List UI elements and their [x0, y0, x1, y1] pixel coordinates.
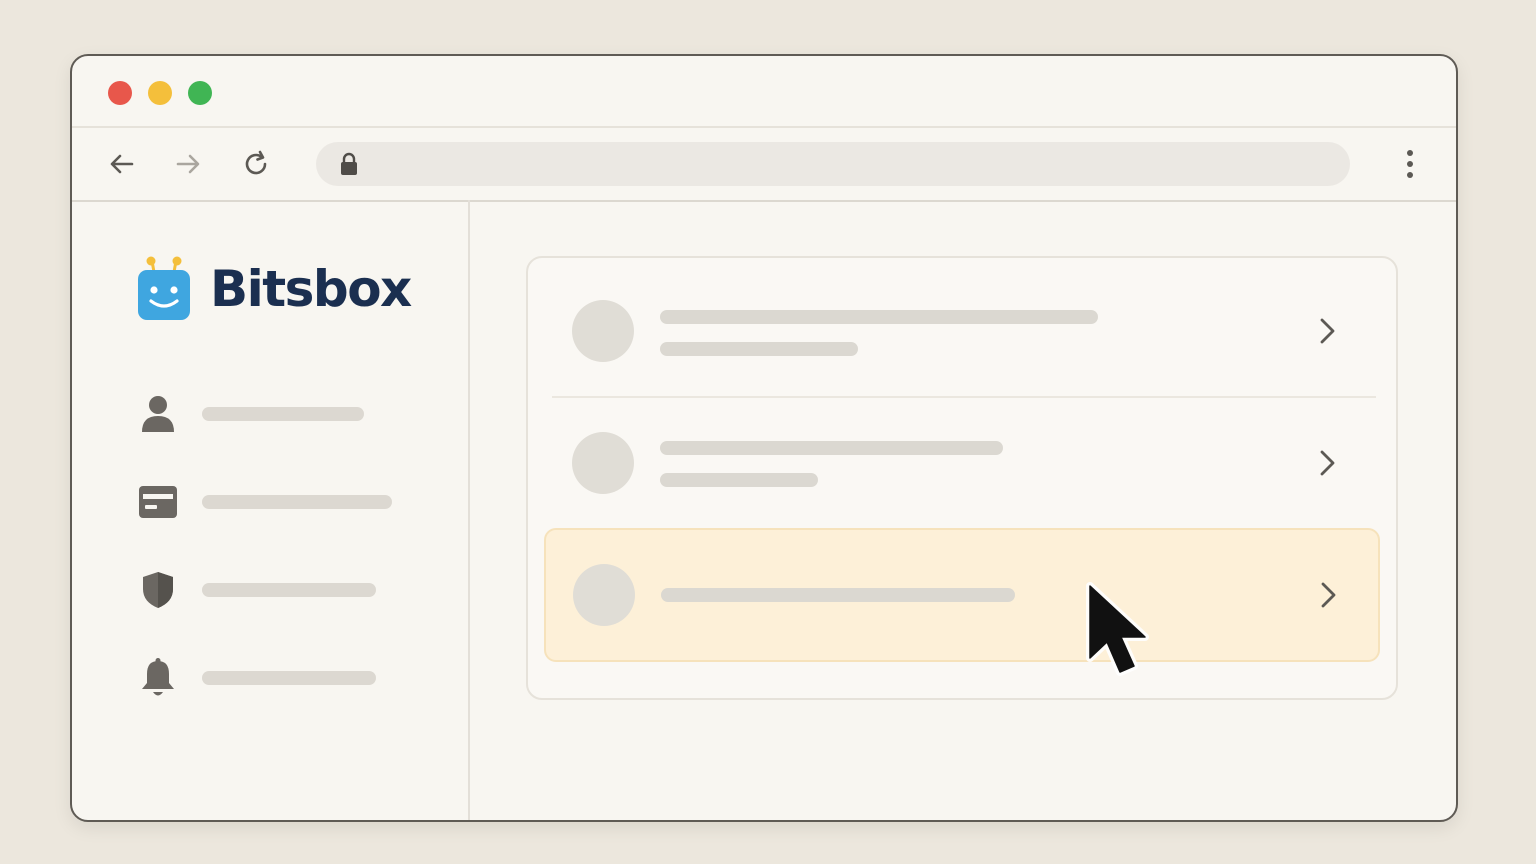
- sidebar-item-account[interactable]: [136, 392, 456, 436]
- list-item-title: [661, 588, 1015, 602]
- list-item-title: [660, 441, 1003, 455]
- list-item-subtitle: [660, 342, 858, 356]
- sidebar-item-label: [202, 407, 364, 421]
- bell-icon: [136, 656, 180, 700]
- list-item[interactable]: [544, 396, 1380, 528]
- back-arrow-icon[interactable]: [106, 148, 138, 180]
- reload-icon[interactable]: [240, 148, 272, 180]
- robot-face-icon: [138, 256, 190, 320]
- list-card: [526, 256, 1398, 700]
- sidebar-item-label: [202, 671, 376, 685]
- avatar: [572, 432, 634, 494]
- sidebar: Bitsbox: [72, 200, 470, 820]
- chevron-right-icon: [1310, 315, 1342, 347]
- shield-icon: [136, 568, 180, 612]
- forward-arrow-icon[interactable]: [172, 148, 204, 180]
- kebab-menu-icon[interactable]: [1400, 148, 1420, 180]
- sidebar-item-billing[interactable]: [136, 480, 456, 524]
- arrow-pointer-icon: [1080, 582, 1156, 680]
- minimize-window-button[interactable]: [148, 81, 172, 105]
- chevron-right-icon: [1311, 579, 1343, 611]
- user-icon: [136, 392, 180, 436]
- sidebar-item-label: [202, 583, 376, 597]
- close-window-button[interactable]: [108, 81, 132, 105]
- sidebar-item-label: [202, 495, 392, 509]
- sidebar-item-security[interactable]: [136, 568, 456, 612]
- list-item[interactable]: [544, 264, 1380, 396]
- bitsbox-logo[interactable]: Bitsbox: [136, 254, 412, 324]
- list-item-subtitle: [660, 473, 818, 487]
- title-bar: [72, 56, 1456, 126]
- avatar: [572, 300, 634, 362]
- sidebar-item-notifications[interactable]: [136, 656, 456, 700]
- browser-toolbar: [72, 126, 1456, 202]
- address-bar[interactable]: [316, 142, 1350, 186]
- main-content: [470, 200, 1456, 820]
- credit-card-icon: [136, 480, 180, 524]
- list-item-title: [660, 310, 1098, 324]
- lock-icon: [338, 152, 360, 181]
- avatar: [573, 564, 635, 626]
- maximize-window-button[interactable]: [188, 81, 212, 105]
- list-item-highlighted[interactable]: [544, 528, 1380, 662]
- browser-window: Bitsbox: [70, 54, 1458, 822]
- logo-text: Bitsbox: [210, 260, 412, 318]
- chevron-right-icon: [1310, 447, 1342, 479]
